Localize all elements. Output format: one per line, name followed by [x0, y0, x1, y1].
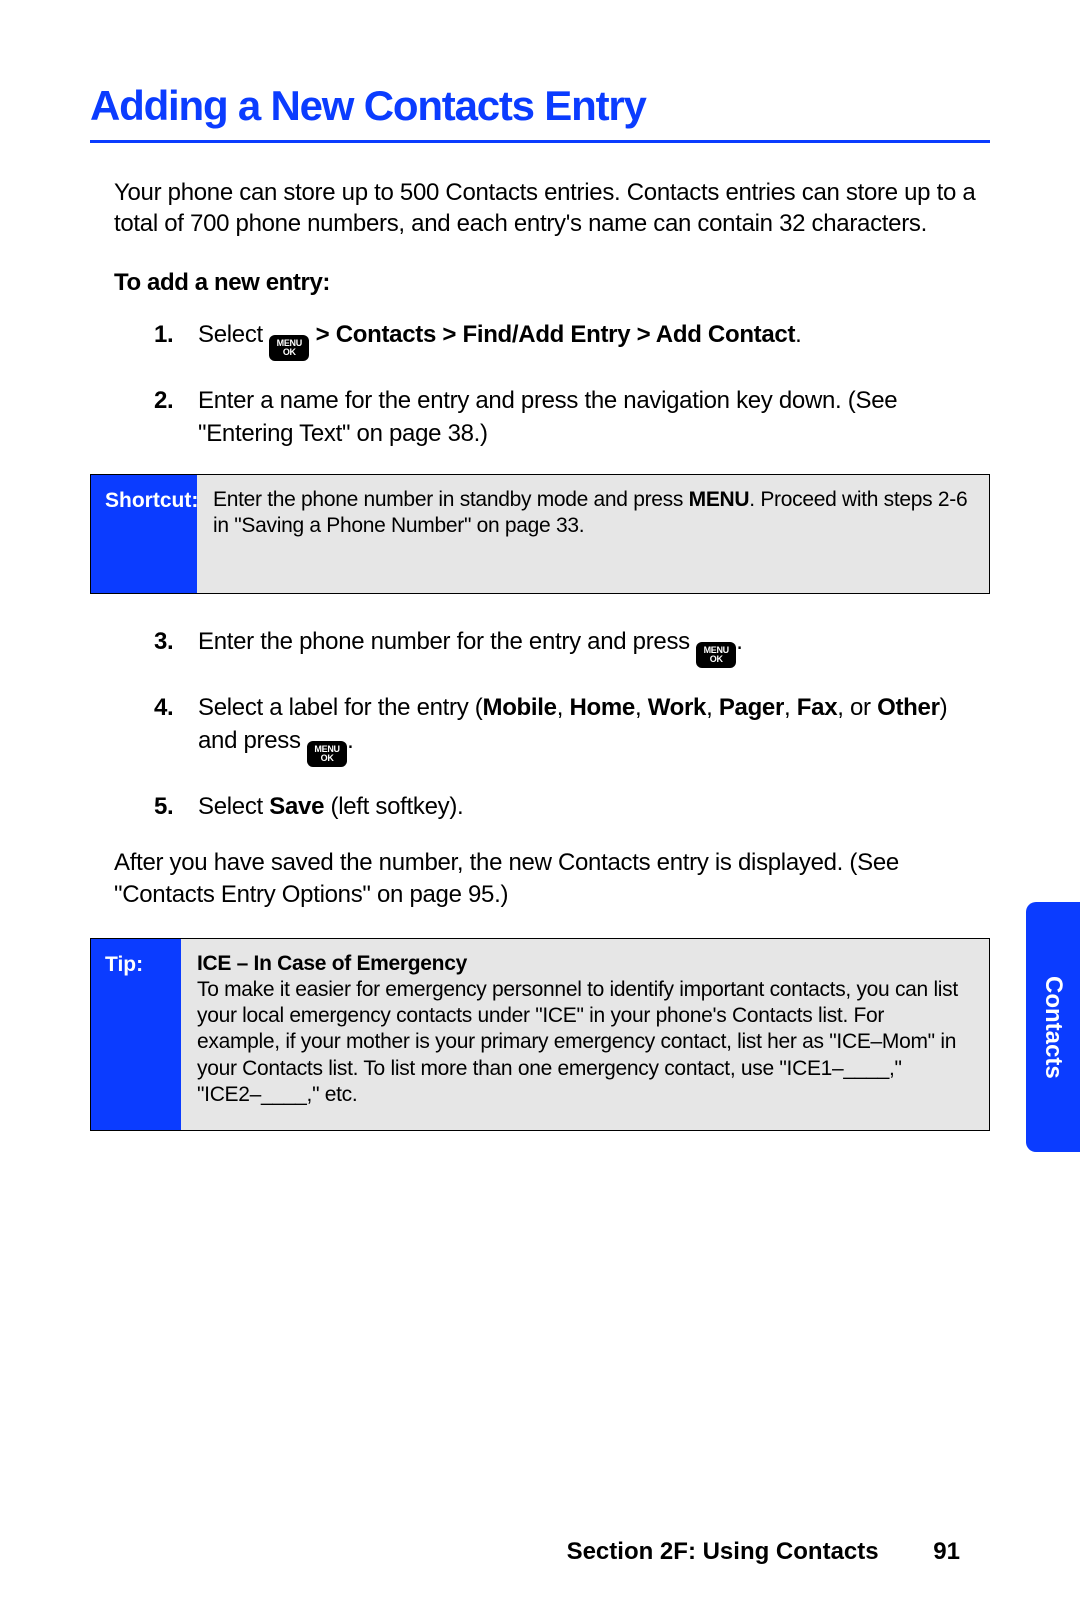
step-text-post: (left softkey). — [324, 793, 463, 820]
footer-section: Section 2F: Using Contacts — [567, 1538, 879, 1565]
callout-body: ICE – In Case of Emergency To make it ea… — [181, 939, 989, 1131]
tip-title: ICE – In Case of Emergency — [197, 952, 467, 975]
step-text: Enter the phone number for the entry and… — [198, 628, 696, 655]
step-number: 1. — [154, 319, 173, 351]
label-work: Work — [648, 694, 706, 721]
step-5: 5. Select Save (left softkey). — [154, 791, 990, 823]
step-number: 3. — [154, 626, 173, 658]
shortcut-text-pre: Enter the phone number in standby mode a… — [213, 488, 689, 511]
step-3: 3. Enter the phone number for the entry … — [154, 626, 990, 668]
menu-ok-icon: MENUOK — [696, 642, 736, 668]
shortcut-callout: Shortcut: Enter the phone number in stan… — [90, 474, 990, 594]
callout-label: Tip: — [91, 939, 181, 1131]
tip-body-text: To make it easier for emergency personne… — [197, 978, 958, 1106]
period: . — [736, 628, 742, 655]
label-other: Other — [877, 694, 940, 721]
label-home: Home — [569, 694, 634, 721]
step-4: 4. Select a label for the entry (Mobile,… — [154, 692, 990, 766]
step-number: 2. — [154, 385, 173, 417]
intro-paragraph: Your phone can store up to 500 Contacts … — [90, 177, 990, 239]
page-footer: Section 2F: Using Contacts 91 — [0, 1538, 1080, 1566]
section-side-tab: Contacts — [1026, 902, 1080, 1152]
label-mobile: Mobile — [483, 694, 557, 721]
step-text: Select a label for the entry ( — [198, 694, 483, 721]
procedure-heading: To add a new entry: — [90, 269, 990, 297]
title-rule — [90, 140, 990, 143]
menu-ok-icon: MENUOK — [307, 741, 347, 767]
step-text: Select — [198, 321, 269, 348]
tip-callout: Tip: ICE – In Case of Emergency To make … — [90, 938, 990, 1132]
footer-page-number: 91 — [933, 1538, 960, 1566]
step-number: 5. — [154, 791, 173, 823]
page-title: Adding a New Contacts Entry — [90, 82, 990, 130]
step-text: Enter a name for the entry and press the… — [198, 387, 897, 446]
step-2: 2. Enter a name for the entry and press … — [154, 385, 990, 450]
label-pager: Pager — [719, 694, 784, 721]
period: . — [795, 321, 801, 348]
callout-label: Shortcut: — [91, 475, 197, 593]
nav-path: > Contacts > Find/Add Entry > Add Contac… — [309, 321, 795, 348]
step-1: 1. Select MENUOK > Contacts > Find/Add E… — [154, 319, 990, 361]
side-tab-label: Contacts — [1039, 976, 1067, 1079]
save-word: Save — [269, 793, 324, 820]
callout-body: Enter the phone number in standby mode a… — [197, 475, 989, 593]
period: . — [347, 727, 353, 754]
step-number: 4. — [154, 692, 173, 724]
after-paragraph: After you have saved the number, the new… — [90, 847, 990, 912]
step-text: Select — [198, 793, 269, 820]
menu-ok-icon: MENUOK — [269, 335, 309, 361]
label-fax: Fax — [797, 694, 837, 721]
menu-word: MENU — [689, 488, 750, 511]
